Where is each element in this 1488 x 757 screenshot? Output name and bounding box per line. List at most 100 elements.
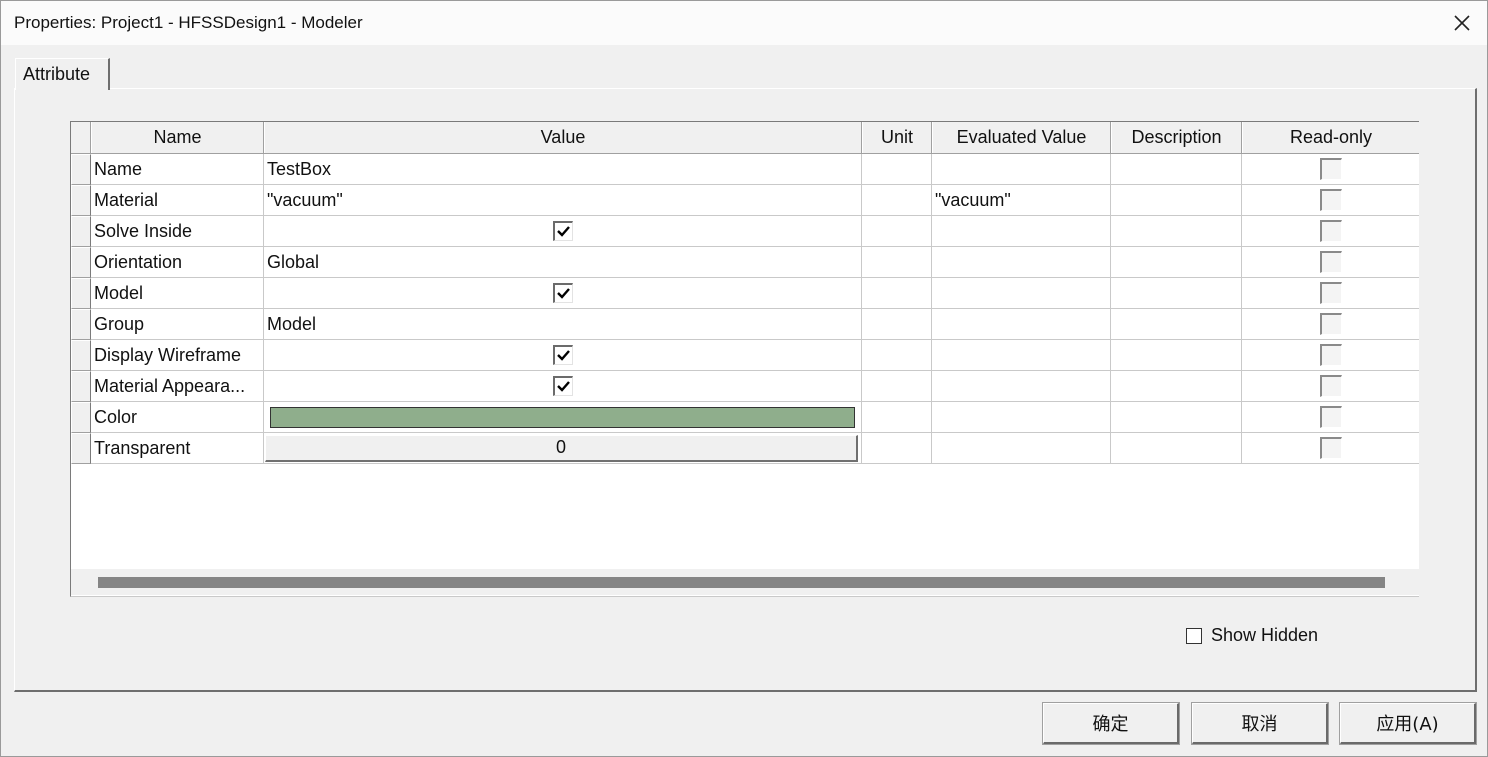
row-header[interactable] bbox=[71, 247, 91, 278]
property-name-cell: Solve Inside bbox=[91, 216, 264, 247]
row-header[interactable] bbox=[71, 371, 91, 402]
read-only-checkbox[interactable] bbox=[1319, 220, 1342, 242]
evaluated-value-cell: "vacuum" bbox=[932, 185, 1111, 216]
description-cell[interactable] bbox=[1111, 154, 1242, 185]
evaluated-value-cell bbox=[932, 247, 1111, 278]
read-only-checkbox[interactable] bbox=[1319, 158, 1342, 180]
column-header-unit[interactable]: Unit bbox=[862, 122, 932, 153]
read-only-checkbox[interactable] bbox=[1319, 344, 1342, 366]
property-value-cell[interactable]: Global bbox=[264, 247, 862, 278]
title-bar[interactable]: Properties: Project1 - HFSSDesign1 - Mod… bbox=[1, 1, 1487, 45]
table-row[interactable]: Display Wireframe bbox=[71, 340, 1419, 371]
column-header-evaluated-value[interactable]: Evaluated Value bbox=[932, 122, 1111, 153]
tab-attribute[interactable]: Attribute bbox=[15, 58, 110, 90]
table-row[interactable]: Solve Inside bbox=[71, 216, 1419, 247]
description-cell[interactable] bbox=[1111, 278, 1242, 309]
property-name-cell: Name bbox=[91, 154, 264, 185]
row-header[interactable] bbox=[71, 216, 91, 247]
property-value-cell[interactable] bbox=[264, 216, 862, 247]
table-row[interactable]: Group Model bbox=[71, 309, 1419, 340]
checkmark-icon bbox=[556, 350, 570, 361]
show-hidden-box[interactable] bbox=[1186, 627, 1202, 644]
property-name-cell: Orientation bbox=[91, 247, 264, 278]
transparency-value-field[interactable]: 0 bbox=[265, 434, 858, 462]
read-only-cell bbox=[1242, 247, 1419, 278]
column-header-read-only[interactable]: Read-only bbox=[1242, 122, 1419, 153]
property-value-cell[interactable]: Model bbox=[264, 309, 862, 340]
unit-cell bbox=[862, 340, 932, 371]
table-row[interactable]: Color bbox=[71, 402, 1419, 433]
row-header[interactable] bbox=[71, 278, 91, 309]
property-value-cell[interactable] bbox=[264, 371, 862, 402]
property-value-cell[interactable]: 0 bbox=[264, 433, 862, 464]
column-header-value[interactable]: Value bbox=[264, 122, 862, 153]
row-header[interactable] bbox=[71, 309, 91, 340]
tab-attribute-label: Attribute bbox=[23, 64, 91, 84]
row-header[interactable] bbox=[71, 433, 91, 464]
property-name-cell: Material bbox=[91, 185, 264, 216]
property-name-cell: Model bbox=[91, 278, 264, 309]
evaluated-value-cell bbox=[932, 216, 1111, 247]
property-value-cell[interactable] bbox=[264, 340, 862, 371]
description-cell[interactable] bbox=[1111, 340, 1242, 371]
read-only-checkbox[interactable] bbox=[1319, 313, 1342, 335]
table-row[interactable]: Orientation Global bbox=[71, 247, 1419, 278]
read-only-checkbox[interactable] bbox=[1319, 437, 1342, 459]
table-row[interactable]: Model bbox=[71, 278, 1419, 309]
property-value-cell[interactable] bbox=[264, 402, 862, 433]
read-only-checkbox[interactable] bbox=[1319, 189, 1342, 211]
description-cell[interactable] bbox=[1111, 185, 1242, 216]
properties-grid: Name Value Unit Evaluated Value Descript… bbox=[70, 121, 1419, 597]
horizontal-scrollbar[interactable] bbox=[71, 569, 1419, 595]
description-cell[interactable] bbox=[1111, 402, 1242, 433]
read-only-checkbox[interactable] bbox=[1319, 251, 1342, 273]
unit-cell bbox=[862, 371, 932, 402]
property-name-cell: Group bbox=[91, 309, 264, 340]
show-hidden-checkbox[interactable]: Show Hidden bbox=[1186, 625, 1318, 646]
read-only-checkbox[interactable] bbox=[1319, 375, 1342, 397]
description-cell[interactable] bbox=[1111, 247, 1242, 278]
table-row[interactable]: Transparent 0 bbox=[71, 433, 1419, 464]
scrollbar-thumb[interactable] bbox=[98, 577, 1385, 588]
table-row[interactable]: Material Appeara... bbox=[71, 371, 1419, 402]
table-row[interactable]: Name TestBox bbox=[71, 154, 1419, 185]
read-only-checkbox[interactable] bbox=[1319, 282, 1342, 304]
evaluated-value-cell bbox=[932, 154, 1111, 185]
close-button[interactable] bbox=[1437, 1, 1487, 45]
cancel-button[interactable]: 取消 bbox=[1191, 702, 1329, 745]
color-swatch[interactable] bbox=[270, 406, 855, 428]
value-checkbox[interactable] bbox=[552, 345, 573, 365]
row-header[interactable] bbox=[71, 185, 91, 216]
row-header[interactable] bbox=[71, 340, 91, 371]
read-only-cell bbox=[1242, 154, 1419, 185]
description-cell[interactable] bbox=[1111, 309, 1242, 340]
description-cell[interactable] bbox=[1111, 216, 1242, 247]
ok-button[interactable]: 确定 bbox=[1042, 702, 1180, 745]
read-only-cell bbox=[1242, 371, 1419, 402]
apply-button[interactable]: 应用(A) bbox=[1339, 702, 1477, 745]
read-only-cell bbox=[1242, 309, 1419, 340]
column-header-name[interactable]: Name bbox=[91, 122, 264, 153]
row-header[interactable] bbox=[71, 402, 91, 433]
column-header-description[interactable]: Description bbox=[1111, 122, 1242, 153]
close-icon bbox=[1454, 15, 1470, 31]
read-only-checkbox[interactable] bbox=[1319, 406, 1342, 428]
value-checkbox[interactable] bbox=[552, 221, 573, 241]
read-only-cell bbox=[1242, 402, 1419, 433]
checkmark-icon bbox=[556, 381, 570, 392]
checkmark-icon bbox=[556, 226, 570, 237]
evaluated-value-cell bbox=[932, 433, 1111, 464]
property-value-cell[interactable]: TestBox bbox=[264, 154, 862, 185]
property-value-cell[interactable] bbox=[264, 278, 862, 309]
grid-header: Name Value Unit Evaluated Value Descript… bbox=[71, 122, 1419, 154]
row-header[interactable] bbox=[71, 154, 91, 185]
value-checkbox[interactable] bbox=[552, 376, 573, 396]
read-only-cell bbox=[1242, 216, 1419, 247]
value-checkbox[interactable] bbox=[552, 283, 573, 303]
description-cell[interactable] bbox=[1111, 371, 1242, 402]
property-value-cell[interactable]: "vacuum" bbox=[264, 185, 862, 216]
evaluated-value-cell bbox=[932, 309, 1111, 340]
property-name-cell: Transparent bbox=[91, 433, 264, 464]
table-row[interactable]: Material "vacuum" "vacuum" bbox=[71, 185, 1419, 216]
description-cell[interactable] bbox=[1111, 433, 1242, 464]
